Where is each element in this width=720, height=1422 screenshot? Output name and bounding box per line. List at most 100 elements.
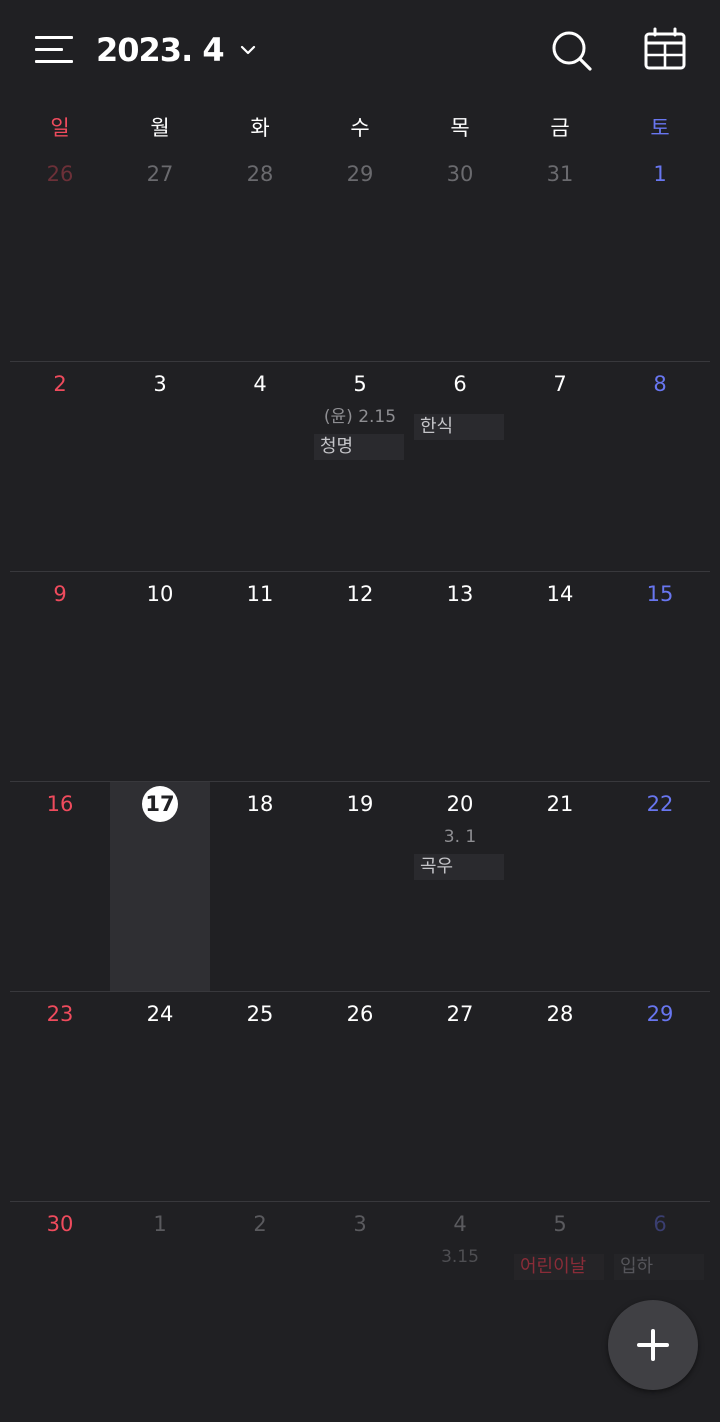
day-cell[interactable]: 6 한식: [410, 362, 510, 572]
day-number: 1: [653, 162, 667, 186]
event-chip[interactable]: 입하: [614, 1254, 704, 1280]
day-cell[interactable]: 2: [10, 362, 110, 572]
day-number: 13: [446, 582, 474, 606]
day-cell[interactable]: 15: [610, 572, 710, 782]
day-number: 9: [53, 582, 67, 606]
event-chip[interactable]: 어린이날: [514, 1254, 604, 1280]
day-cell[interactable]: 11: [210, 572, 310, 782]
week-row: 2 3 4 5 (윤) 2.15 청명 6 한식 7 8: [10, 361, 710, 572]
day-cell[interactable]: 24: [110, 992, 210, 1202]
day-number: 17: [142, 786, 178, 822]
day-cell[interactable]: 9: [10, 572, 110, 782]
day-cell[interactable]: 26: [310, 992, 410, 1202]
day-cell[interactable]: 29: [310, 152, 410, 362]
day-number: 12: [346, 582, 374, 606]
day-cell[interactable]: 2: [210, 1202, 310, 1412]
day-number: 30: [46, 1212, 74, 1236]
lunar-date: (윤) 2.15: [323, 407, 397, 427]
day-number: 5: [553, 1212, 567, 1236]
week-row: 26 27 28 29 30 31 1: [10, 152, 710, 362]
day-number: 26: [346, 1002, 374, 1026]
plus-icon-stroke: [651, 1329, 655, 1361]
day-cell-today[interactable]: 17: [110, 782, 210, 992]
day-number: 28: [546, 1002, 574, 1026]
hamburger-menu-icon[interactable]: [28, 28, 80, 72]
day-number: 4: [253, 372, 267, 396]
day-cell[interactable]: 19: [310, 782, 410, 992]
day-cell[interactable]: 4: [210, 362, 310, 572]
weekday-monday: 월: [150, 116, 170, 140]
event-chip[interactable]: 곡우: [414, 854, 504, 880]
event-chip[interactable]: 한식: [414, 414, 504, 440]
weekday-friday: 금: [550, 116, 570, 140]
day-cell[interactable]: 28: [510, 992, 610, 1202]
day-number: 25: [246, 1002, 274, 1026]
day-cell[interactable]: 3: [310, 1202, 410, 1412]
month-selector[interactable]: 2023. 4: [96, 28, 258, 72]
search-icon[interactable]: [545, 24, 597, 76]
day-cell[interactable]: 7: [510, 362, 610, 572]
day-number: 28: [246, 162, 274, 186]
day-number: 6: [653, 1212, 667, 1236]
day-cell[interactable]: 5 (윤) 2.15 청명: [310, 362, 410, 572]
day-number: 19: [346, 792, 374, 816]
day-cell[interactable]: 27: [110, 152, 210, 362]
week-row: 23 24 25 26 27 28 29: [10, 991, 710, 1202]
day-number: 3: [153, 372, 167, 396]
day-cell[interactable]: 13: [410, 572, 510, 782]
chevron-down-icon: [240, 45, 255, 55]
day-number: 2: [253, 1212, 267, 1236]
day-cell[interactable]: 8: [610, 362, 710, 572]
day-cell[interactable]: 26: [10, 152, 110, 362]
event-chip[interactable]: 청명: [314, 434, 404, 460]
day-number: 3: [353, 1212, 367, 1236]
app-header: 2023. 4: [0, 0, 720, 100]
day-number: 23: [46, 1002, 74, 1026]
day-cell[interactable]: 27: [410, 992, 510, 1202]
day-number: 29: [346, 162, 374, 186]
week-row: 9 10 11 12 13 14 15: [10, 571, 710, 782]
day-number: 7: [553, 372, 567, 396]
day-cell[interactable]: 30: [10, 1202, 110, 1412]
lunar-date: 3.15: [441, 1247, 479, 1267]
day-cell[interactable]: 3: [110, 362, 210, 572]
day-cell[interactable]: 30: [410, 152, 510, 362]
day-number: 4: [453, 1212, 467, 1236]
day-cell[interactable]: 1: [610, 152, 710, 362]
lunar-date: 3. 1: [443, 827, 477, 847]
day-cell[interactable]: 20 3. 1 곡우: [410, 782, 510, 992]
month-title: 2023. 4: [96, 31, 225, 69]
day-cell[interactable]: 10: [110, 572, 210, 782]
weekday-saturday: 토: [650, 116, 670, 140]
day-number: 5: [353, 372, 367, 396]
day-number: 27: [446, 1002, 474, 1026]
day-number: 2: [53, 372, 67, 396]
add-event-button[interactable]: [608, 1300, 698, 1390]
month-grid: 26 27 28 29 30 31 1 2 3 4 5 (윤) 2.15 청명 6 한식 7 8 9 10 11 12 1…: [10, 152, 710, 1412]
day-cell[interactable]: 1: [110, 1202, 210, 1412]
calendar-grid-icon[interactable]: [640, 24, 692, 76]
day-cell[interactable]: 29: [610, 992, 710, 1202]
day-number: 31: [546, 162, 574, 186]
weekday-sunday: 일: [50, 116, 70, 140]
day-number: 11: [246, 582, 274, 606]
day-cell[interactable]: 21: [510, 782, 610, 992]
day-cell[interactable]: 23: [10, 992, 110, 1202]
day-cell[interactable]: 14: [510, 572, 610, 782]
day-cell[interactable]: 5 어린이날: [510, 1202, 610, 1412]
day-number: 15: [646, 582, 674, 606]
day-cell[interactable]: 31: [510, 152, 610, 362]
day-number: 8: [653, 372, 667, 396]
day-number: 1: [153, 1212, 167, 1236]
day-cell[interactable]: 12: [310, 572, 410, 782]
weekday-thursday: 목: [450, 116, 470, 140]
day-number: 20: [446, 792, 474, 816]
day-cell[interactable]: 4 3.15: [410, 1202, 510, 1412]
day-cell[interactable]: 25: [210, 992, 310, 1202]
day-number: 26: [46, 162, 74, 186]
day-cell[interactable]: 28: [210, 152, 310, 362]
day-number: 14: [546, 582, 574, 606]
day-cell[interactable]: 18: [210, 782, 310, 992]
day-cell[interactable]: 16: [10, 782, 110, 992]
day-cell[interactable]: 22: [610, 782, 710, 992]
